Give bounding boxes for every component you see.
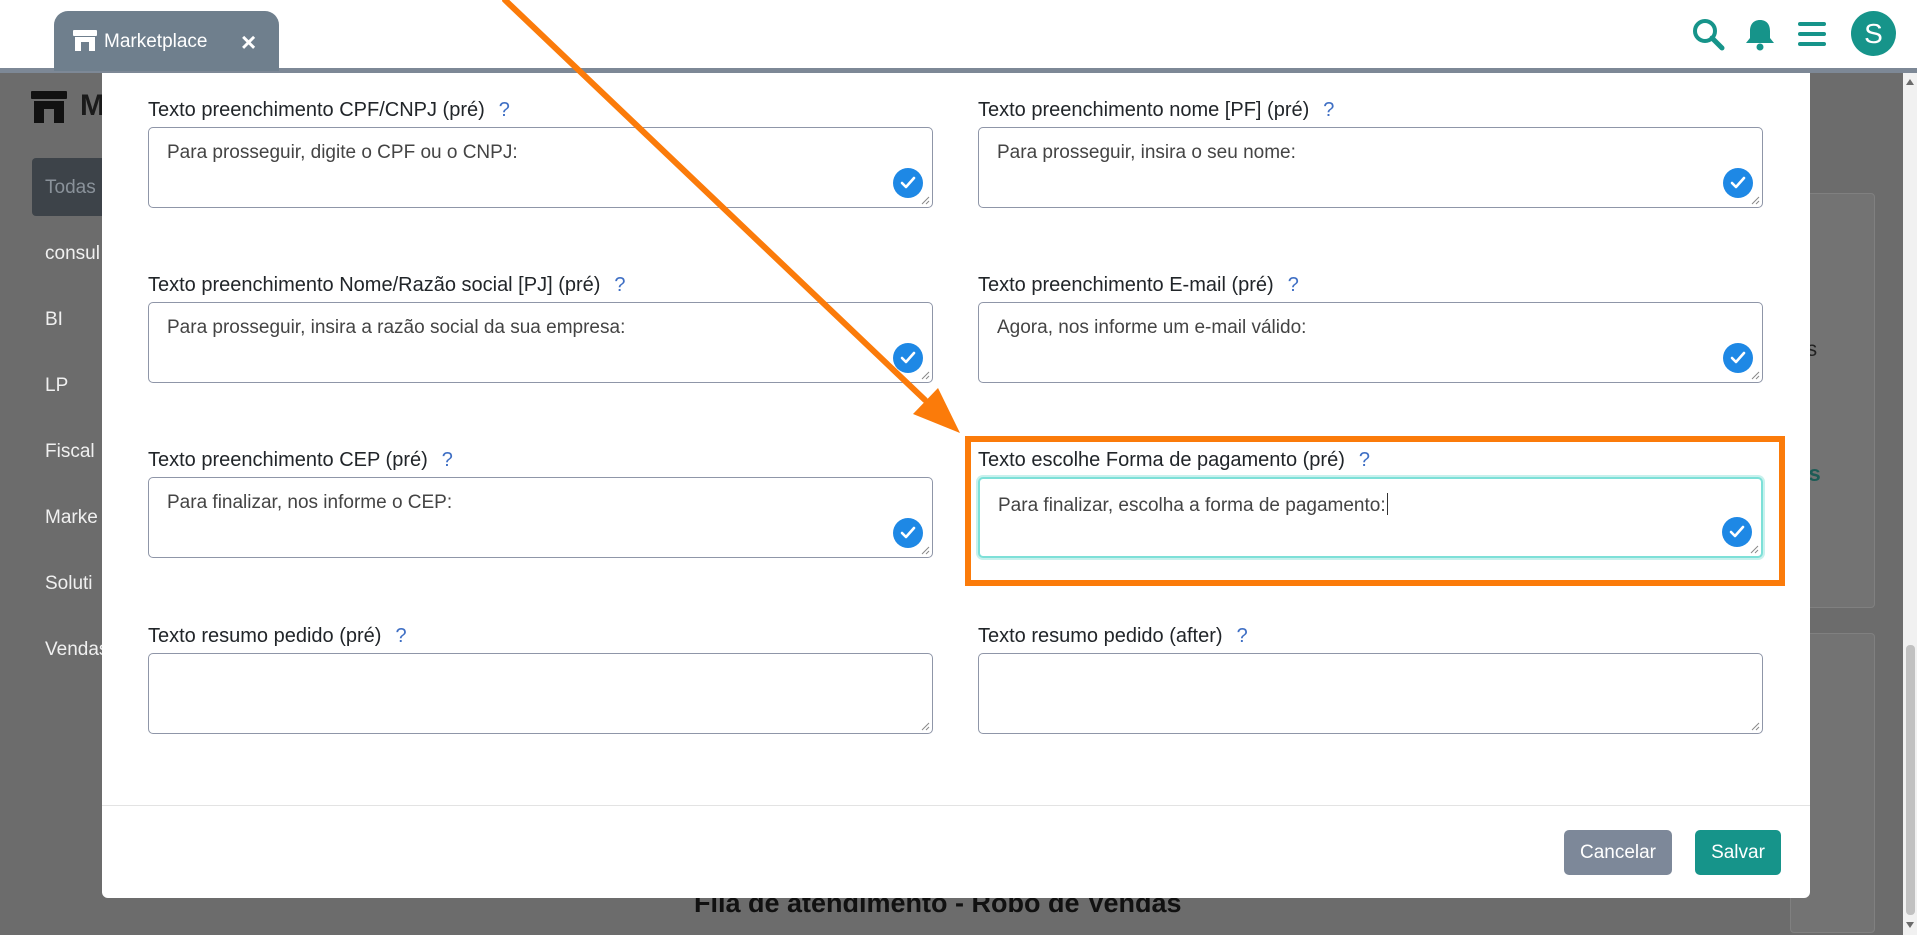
check-icon [1723, 168, 1753, 198]
tab-marketplace[interactable]: Marketplace × [54, 11, 279, 71]
field-label: Texto preenchimento E-mail (pré) [978, 274, 1274, 296]
textarea-value: Para finalizar, escolha a forma de pagam… [998, 495, 1386, 516]
bell-icon[interactable] [1740, 14, 1780, 54]
help-icon[interactable]: ? [1323, 99, 1334, 121]
field-cep: Texto preenchimento CEP (pré)? Para fina… [148, 447, 933, 558]
resize-handle-icon[interactable] [1750, 545, 1759, 554]
sidebar-item-soluti[interactable]: Soluti [45, 573, 93, 595]
razao-social-textarea[interactable]: Para prosseguir, insira a razão social d… [148, 302, 933, 383]
field-label: Texto resumo pedido (after) [978, 625, 1223, 647]
cancel-button[interactable]: Cancelar [1564, 830, 1672, 875]
cep-textarea[interactable]: Para finalizar, nos informe o CEP: [148, 477, 933, 558]
sidebar-item-marke[interactable]: Marke [45, 507, 98, 529]
field-label: Texto preenchimento CEP (pré) [148, 449, 428, 471]
scroll-up-arrow-icon[interactable] [1906, 79, 1914, 85]
textarea-value: Para finalizar, nos informe o CEP: [167, 492, 453, 513]
sidebar-item-consul[interactable]: consul [45, 243, 100, 265]
help-icon[interactable]: ? [442, 449, 453, 471]
modal-footer-divider [102, 805, 1810, 806]
cpf-cnpj-textarea[interactable]: Para prosseguir, digite o CPF ou o CNPJ: [148, 127, 933, 208]
avatar[interactable]: S [1851, 11, 1896, 56]
scrollbar-thumb[interactable] [1906, 645, 1915, 915]
tab-label: Marketplace [104, 31, 208, 52]
resize-handle-icon[interactable] [1751, 371, 1760, 380]
help-icon[interactable]: ? [1237, 625, 1248, 647]
sidebar-item-bi[interactable]: BI [45, 309, 63, 331]
sidebar-item-lp[interactable]: LP [45, 375, 68, 397]
field-label: Texto resumo pedido (pré) [148, 625, 382, 647]
resize-handle-icon[interactable] [1751, 722, 1760, 731]
sidebar-item-todas[interactable]: Todas [45, 177, 96, 199]
resize-handle-icon[interactable] [921, 196, 930, 205]
field-resumo-after: Texto resumo pedido (after)? [978, 623, 1763, 734]
textarea-value: Para prosseguir, insira o seu nome: [997, 142, 1296, 163]
field-nome-pf: Texto preenchimento nome [PF] (pré)? Par… [978, 97, 1763, 208]
field-razao-social-pj: Texto preenchimento Nome/Razão social [P… [148, 272, 933, 383]
save-button[interactable]: Salvar [1695, 830, 1781, 875]
resize-handle-icon[interactable] [921, 722, 930, 731]
resize-handle-icon[interactable] [1751, 196, 1760, 205]
textarea-value: Para prosseguir, digite o CPF ou o CNPJ: [167, 142, 518, 163]
top-bar: Marketplace × S [0, 0, 1917, 71]
textarea-value: Agora, nos informe um e-mail válido: [997, 317, 1307, 338]
check-icon [893, 518, 923, 548]
store-icon [31, 91, 67, 123]
check-icon [1722, 517, 1752, 547]
field-label: Texto preenchimento nome [PF] (pré) [978, 99, 1310, 121]
resumo-after-textarea[interactable] [978, 653, 1763, 734]
textarea-value: Para prosseguir, insira a razão social d… [167, 317, 626, 338]
check-icon [893, 343, 923, 373]
sidebar-item-vendas[interactable]: Vendas [45, 639, 108, 661]
help-icon[interactable]: ? [614, 274, 625, 296]
help-icon[interactable]: ? [1288, 274, 1299, 296]
help-icon[interactable]: ? [395, 625, 406, 647]
field-cpf-cnpj: Texto preenchimento CPF/CNPJ (pré)? Para… [148, 97, 933, 208]
field-label: Texto escolhe Forma de pagamento (pré) [978, 449, 1345, 471]
field-email: Texto preenchimento E-mail (pré)? Agora,… [978, 272, 1763, 383]
settings-modal: Texto preenchimento CPF/CNPJ (pré)? Para… [102, 73, 1810, 898]
help-icon[interactable]: ? [1359, 449, 1370, 471]
nome-pf-textarea[interactable]: Para prosseguir, insira o seu nome: [978, 127, 1763, 208]
store-icon [73, 30, 97, 51]
text-caret [1386, 493, 1388, 515]
resize-handle-icon[interactable] [921, 371, 930, 380]
field-label: Texto preenchimento Nome/Razão social [P… [148, 274, 601, 296]
close-icon[interactable]: × [241, 29, 256, 55]
resize-handle-icon[interactable] [921, 546, 930, 555]
field-label: Texto preenchimento CPF/CNPJ (pré) [148, 99, 485, 121]
check-icon [893, 168, 923, 198]
email-textarea[interactable]: Agora, nos informe um e-mail válido: [978, 302, 1763, 383]
help-icon[interactable]: ? [499, 99, 510, 121]
sidebar-item-fiscal[interactable]: Fiscal [45, 441, 95, 463]
menu-icon[interactable] [1792, 14, 1832, 54]
field-forma-pagamento: Texto escolhe Forma de pagamento (pré)? … [978, 447, 1763, 558]
search-icon[interactable] [1688, 14, 1728, 54]
scroll-down-arrow-icon[interactable] [1906, 922, 1914, 928]
resumo-pre-textarea[interactable] [148, 653, 933, 734]
forma-pagamento-textarea[interactable]: Para finalizar, escolha a forma de pagam… [978, 477, 1763, 558]
check-icon [1723, 343, 1753, 373]
field-resumo-pre: Texto resumo pedido (pré)? [148, 623, 933, 734]
